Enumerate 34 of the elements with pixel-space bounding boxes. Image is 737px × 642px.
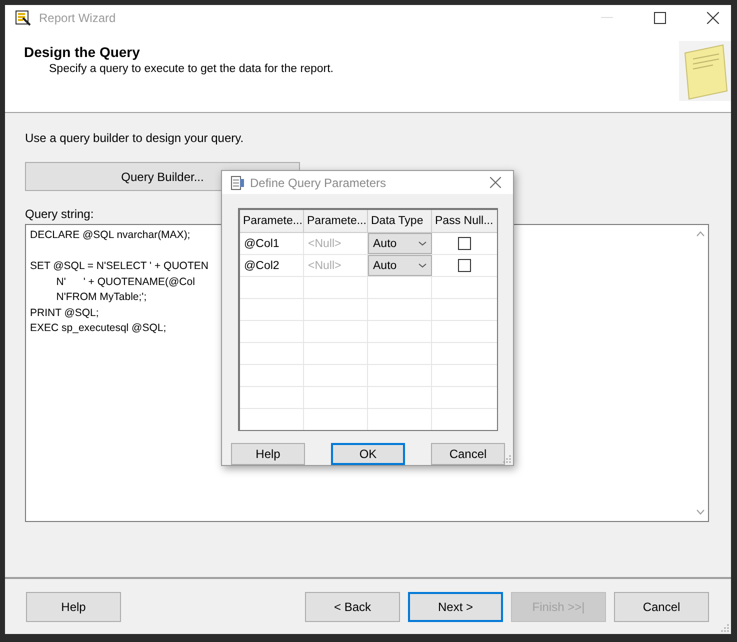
wizard-button[interactable]: Help (26, 592, 121, 622)
chevron-down-icon[interactable] (418, 263, 427, 268)
table-cell[interactable]: @Col2 (240, 255, 304, 276)
column-header[interactable]: Paramete... (240, 210, 304, 232)
resize-grip-icon[interactable] (721, 624, 729, 632)
column-header[interactable]: Paramete... (304, 210, 368, 232)
close-icon[interactable] (707, 12, 719, 24)
wizard-button[interactable]: < Back (305, 592, 400, 622)
dialog-button[interactable]: OK (331, 443, 405, 465)
maximize-icon[interactable] (654, 12, 666, 24)
query-label: Query string: (25, 207, 94, 221)
data-type-dropdown[interactable]: Auto (368, 233, 432, 254)
page-title: Design the Query (24, 44, 141, 60)
checkbox[interactable] (458, 259, 471, 272)
notepad-icon (679, 41, 731, 101)
query-field[interactable]: DECLARE @SQL nvarchar(MAX); SET @SQL = N'SELECT ' + QUOTEN N' ' + QUOTENAME(@Col N'FROM MyTable;'; PRINT @SQL; EXEC sp_executesql @SQL; (26, 225, 212, 340)
dialog-button[interactable]: Help (231, 443, 305, 465)
dialog-button[interactable]: Cancel (431, 443, 505, 465)
window-title: Report Wizard (39, 11, 116, 25)
wizard-button[interactable]: Cancel (614, 592, 709, 622)
table-cell[interactable]: @Col1 (240, 233, 304, 254)
close-icon[interactable] (490, 177, 501, 188)
resize-grip-icon[interactable] (503, 455, 511, 463)
data-type-dropdown[interactable]: Auto (368, 255, 432, 276)
scroll-up-icon[interactable] (696, 231, 704, 237)
instruction-text: Use a query builder to design your query. (25, 131, 245, 145)
scroll-down-icon[interactable] (696, 509, 704, 515)
wand-icon (15, 10, 31, 26)
checkbox[interactable] (458, 237, 471, 250)
page-subtitle: Specify a query to execute to get the data for the report. (49, 63, 334, 75)
wizard-button[interactable]: Next > (408, 592, 503, 622)
grid-icon (231, 176, 245, 190)
chevron-down-icon[interactable] (418, 241, 427, 246)
column-header[interactable]: Data Type (368, 210, 432, 232)
